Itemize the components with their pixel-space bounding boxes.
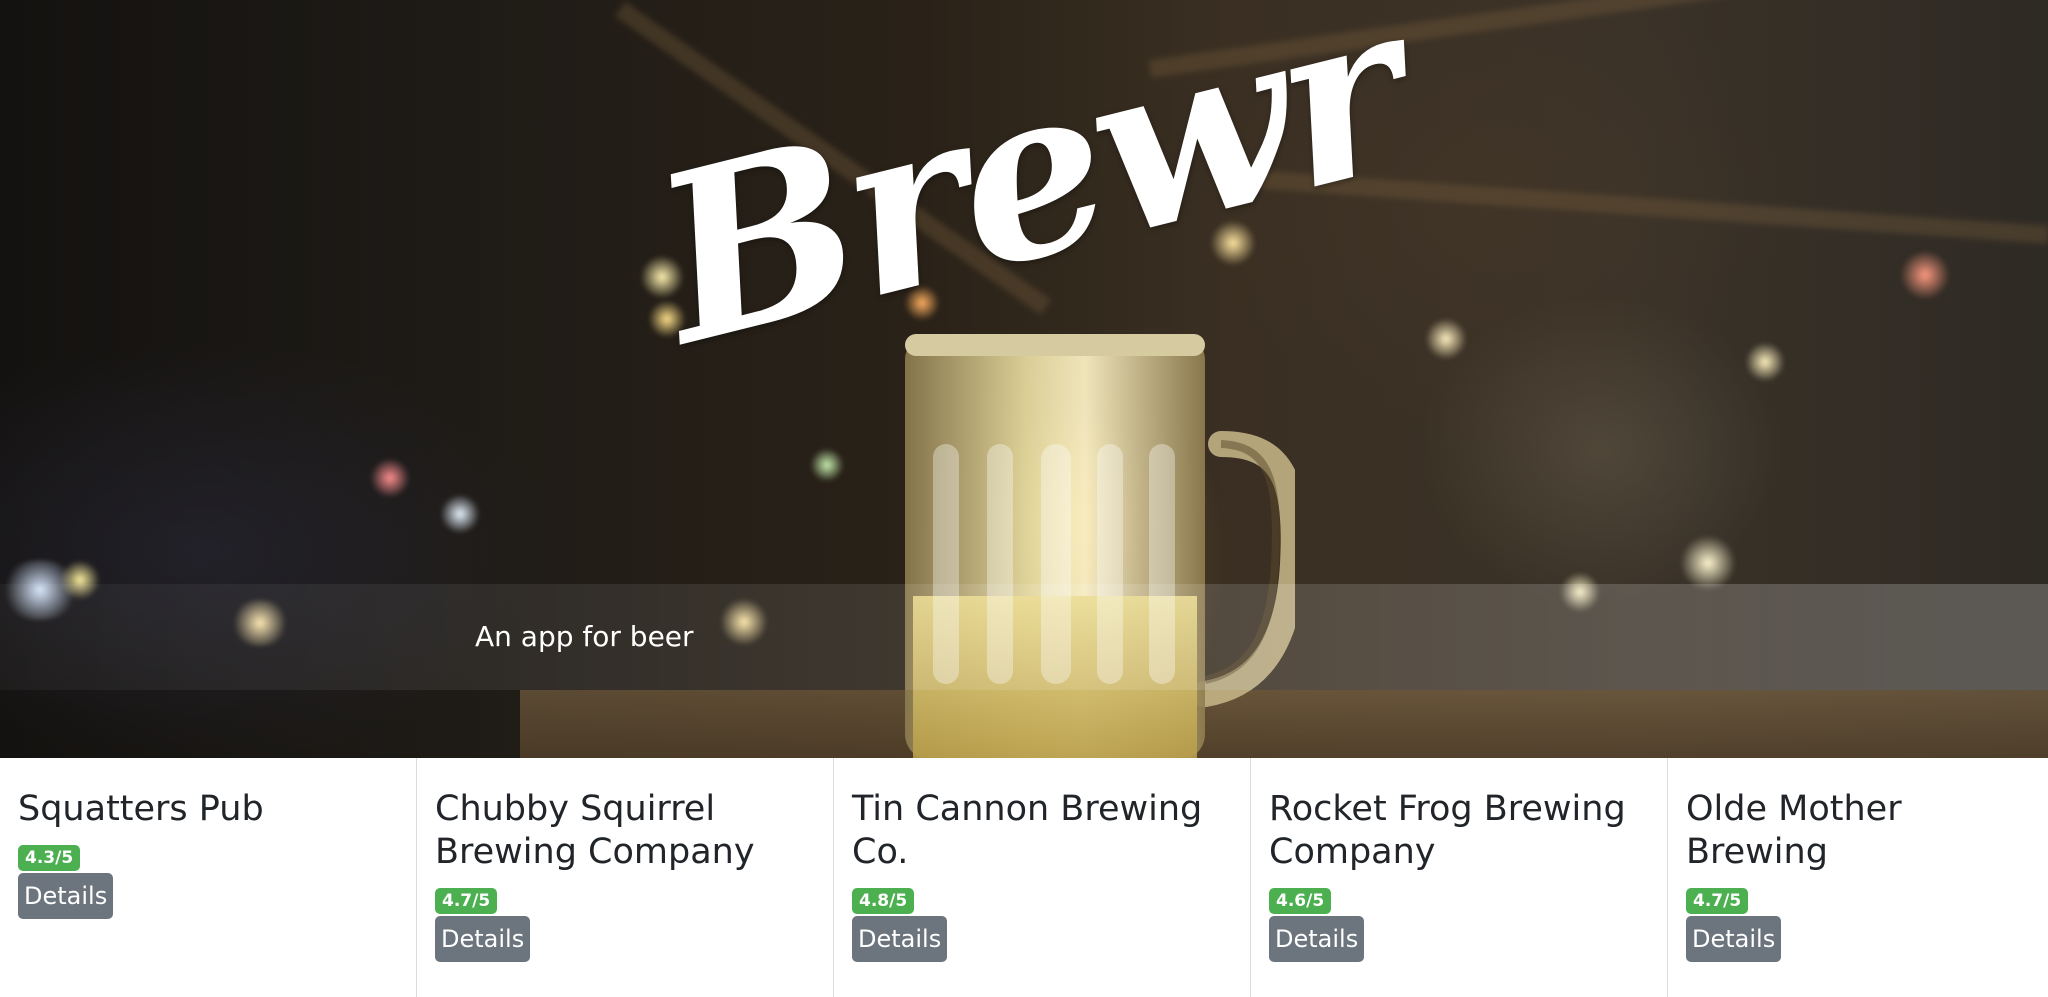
details-button[interactable]: Details xyxy=(852,916,948,962)
brewery-card: Rocket Frog Brewing Company 4.6/5 Detail… xyxy=(1251,758,1668,997)
brewery-name: Olde Mother Brewing xyxy=(1686,789,1902,872)
bokeh-light xyxy=(370,458,410,498)
brewery-name: Tin Cannon Brewing Co. xyxy=(852,789,1203,872)
bokeh-light xyxy=(1900,250,1950,300)
details-button[interactable]: Details xyxy=(1686,916,1782,962)
rating-badge: 4.6/5 xyxy=(1269,888,1332,914)
details-button[interactable]: Details xyxy=(1269,916,1365,962)
bokeh-light xyxy=(440,494,480,534)
beer-mug-image xyxy=(905,334,1295,758)
hero-banner: Brewr An app for beer xyxy=(0,0,2048,758)
brewery-card: Squatters Pub 4.3/5 Details xyxy=(0,758,417,997)
brewery-name: Chubby Squirrel Brewing Company xyxy=(435,789,755,872)
tagline: An app for beer xyxy=(475,620,694,653)
details-button[interactable]: Details xyxy=(18,873,114,919)
bokeh-light xyxy=(1680,535,1736,591)
brewery-card: Chubby Squirrel Brewing Company 4.7/5 De… xyxy=(417,758,834,997)
details-button[interactable]: Details xyxy=(435,916,531,962)
rating-badge: 4.7/5 xyxy=(1686,888,1749,914)
bokeh-light xyxy=(810,448,844,482)
bokeh-light xyxy=(1745,342,1785,382)
rating-badge: 4.7/5 xyxy=(435,888,498,914)
rating-badge: 4.3/5 xyxy=(18,845,81,871)
bokeh-light xyxy=(1425,318,1467,360)
brewery-card: Tin Cannon Brewing Co. 4.8/5 Details xyxy=(834,758,1251,997)
brewery-card: Olde Mother Brewing 4.7/5 Details xyxy=(1668,758,2048,997)
brewery-card-list: Squatters Pub 4.3/5 Details Chubby Squir… xyxy=(0,758,2048,997)
rating-badge: 4.8/5 xyxy=(852,888,915,914)
brewery-name: Squatters Pub xyxy=(18,789,264,829)
tagline-band xyxy=(0,584,2048,690)
brewery-name: Rocket Frog Brewing Company xyxy=(1269,789,1626,872)
